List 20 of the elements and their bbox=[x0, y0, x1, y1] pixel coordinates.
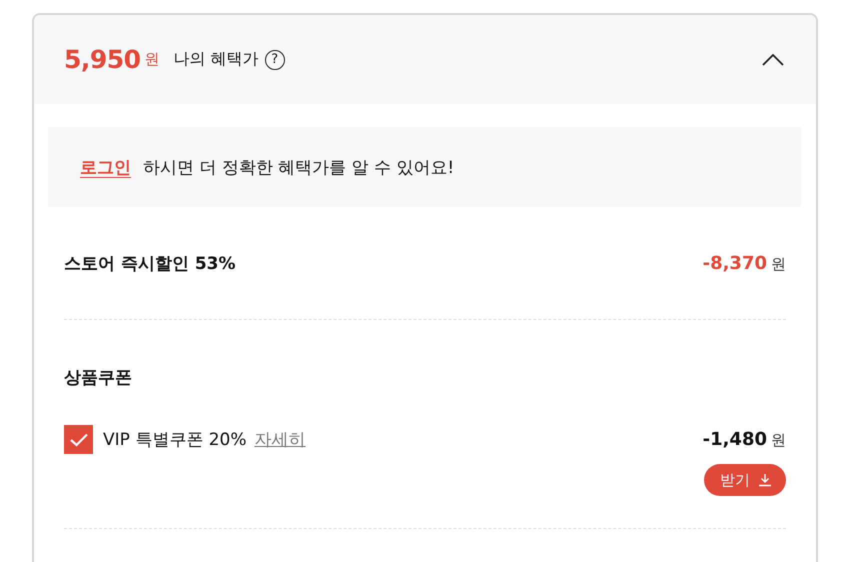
download-coupon-button[interactable]: 받기 bbox=[704, 464, 786, 496]
download-icon bbox=[758, 473, 772, 487]
currency-unit: 원 bbox=[144, 50, 160, 69]
currency-unit: 원 bbox=[771, 431, 786, 449]
checkbox[interactable] bbox=[64, 425, 93, 454]
coupon-amount: -1,480 bbox=[702, 429, 767, 450]
chevron-icon bbox=[762, 54, 784, 66]
help-icon[interactable]: ? bbox=[264, 50, 285, 70]
login-link[interactable]: 로그인 bbox=[80, 156, 131, 178]
currency-unit: 원 bbox=[771, 254, 786, 272]
benefit-label: 나의 혜택가 bbox=[174, 49, 259, 70]
discount-amount: -8,370 bbox=[702, 252, 767, 274]
collapse-button[interactable] bbox=[762, 54, 784, 66]
benefit-price: 5,950 bbox=[64, 45, 141, 74]
section-title: 상품쿠폰 bbox=[64, 367, 132, 389]
checkmark-icon bbox=[70, 432, 88, 446]
details-link[interactable]: 자세히 bbox=[254, 428, 306, 451]
discount-label: 스토어 즉시할인 53% bbox=[64, 252, 236, 274]
coupon-label: VIP 특별쿠폰 20% bbox=[103, 429, 246, 451]
notice-text: 하시면 더 정확한 혜택가를 알 수 있어요! bbox=[143, 156, 454, 178]
